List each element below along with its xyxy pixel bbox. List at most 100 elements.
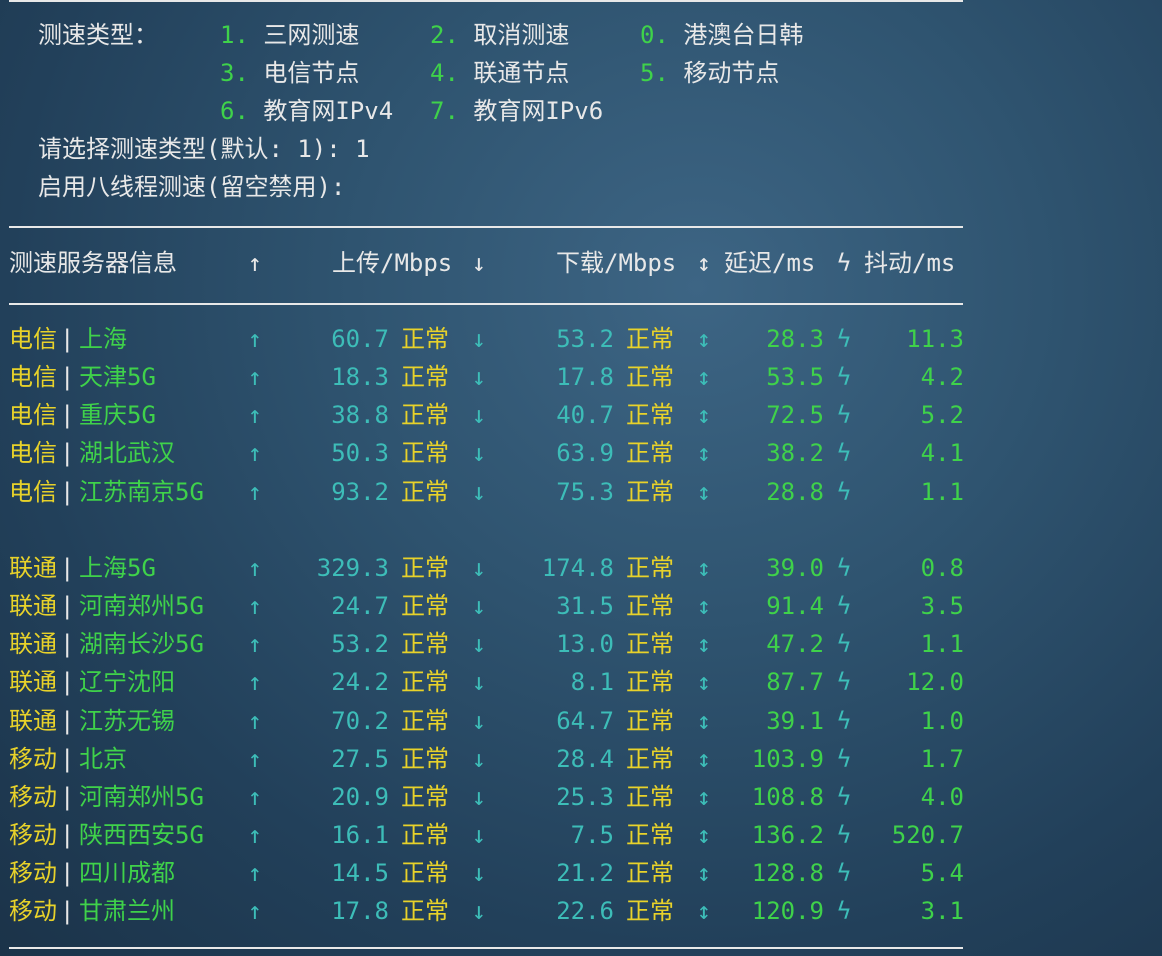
prompt-threads: 启用八线程测速(留空禁用): bbox=[38, 173, 346, 201]
download-arrow-icon: ↓ bbox=[471, 859, 487, 887]
upload-arrow-icon: ↑ bbox=[247, 554, 263, 582]
divider-top bbox=[9, 0, 963, 2]
column-separator: | bbox=[60, 439, 75, 467]
upload-status: 正常 bbox=[401, 630, 449, 658]
latency-arrow-icon: ↕ bbox=[696, 821, 712, 849]
isp-label: 联通 bbox=[9, 592, 57, 620]
isp-label: 联通 bbox=[9, 668, 57, 696]
column-separator: | bbox=[60, 401, 75, 429]
upload-arrow-icon: ↑ bbox=[247, 325, 263, 353]
node-name: 北京 bbox=[79, 745, 127, 773]
jitter-value: 3.5 bbox=[920, 592, 964, 620]
jitter-bolt-icon: ϟ bbox=[836, 554, 852, 582]
latency-arrow-icon: ↕ bbox=[696, 745, 712, 773]
column-separator: | bbox=[60, 783, 75, 811]
jitter-value: 1.7 bbox=[920, 745, 964, 773]
download-arrow-icon: ↓ bbox=[471, 592, 487, 620]
upload-arrow-icon: ↑ bbox=[247, 668, 263, 696]
jitter-bolt-icon: ϟ bbox=[836, 478, 852, 506]
download-value: 75.3 bbox=[556, 478, 614, 506]
menu-option-4: 4. 联通节点 bbox=[430, 59, 570, 87]
upload-value: 53.2 bbox=[331, 630, 389, 658]
latency-arrow-icon: ↕ bbox=[696, 707, 712, 735]
upload-value: 14.5 bbox=[331, 859, 389, 887]
column-separator: | bbox=[60, 592, 75, 620]
isp-label: 联通 bbox=[9, 707, 57, 735]
menu-option-5: 5. 移动节点 bbox=[640, 59, 780, 87]
jitter-bolt-icon: ϟ bbox=[836, 783, 852, 811]
jitter-value: 1.1 bbox=[920, 630, 964, 658]
latency-arrow-icon: ↕ bbox=[696, 592, 712, 620]
latency-value: 38.2 bbox=[766, 439, 824, 467]
latency-value: 136.2 bbox=[751, 821, 824, 849]
node-name: 河南郑州5G bbox=[79, 783, 204, 811]
latency-value: 39.1 bbox=[766, 707, 824, 735]
upload-value: 18.3 bbox=[331, 363, 389, 391]
upload-value: 60.7 bbox=[331, 325, 389, 353]
node-name: 上海 bbox=[79, 325, 127, 353]
upload-value: 16.1 bbox=[331, 821, 389, 849]
jitter-bolt-icon: ϟ bbox=[836, 745, 852, 773]
jitter-bolt-icon: ϟ bbox=[836, 401, 852, 429]
download-value: 7.5 bbox=[570, 821, 614, 849]
upload-value: 329.3 bbox=[316, 554, 389, 582]
menu-option-1: 1. 三网测速 bbox=[220, 21, 360, 49]
latency-value: 47.2 bbox=[766, 630, 824, 658]
upload-value: 20.9 bbox=[331, 783, 389, 811]
download-status: 正常 bbox=[626, 745, 674, 773]
node-name: 河南郑州5G bbox=[79, 592, 204, 620]
upload-value: 24.7 bbox=[331, 592, 389, 620]
latency-arrow-icon: ↕ bbox=[696, 859, 712, 887]
divider-header-bottom bbox=[9, 303, 963, 305]
latency-arrow-icon: ↕ bbox=[696, 668, 712, 696]
upload-arrow-icon: ↑ bbox=[247, 478, 263, 506]
download-status: 正常 bbox=[626, 592, 674, 620]
download-status: 正常 bbox=[626, 859, 674, 887]
upload-status: 正常 bbox=[401, 783, 449, 811]
upload-arrow-icon: ↑ bbox=[247, 897, 263, 925]
upload-arrow-icon: ↑ bbox=[247, 630, 263, 658]
latency-value: 103.9 bbox=[751, 745, 824, 773]
jitter-bolt-icon: ϟ bbox=[836, 249, 852, 277]
download-status: 正常 bbox=[626, 401, 674, 429]
upload-status: 正常 bbox=[401, 439, 449, 467]
download-arrow-icon: ↓ bbox=[471, 821, 487, 849]
isp-label: 联通 bbox=[9, 630, 57, 658]
isp-label: 移动 bbox=[9, 783, 57, 811]
isp-label: 电信 bbox=[9, 363, 57, 391]
jitter-bolt-icon: ϟ bbox=[836, 821, 852, 849]
download-arrow-icon: ↓ bbox=[471, 630, 487, 658]
jitter-value: 12.0 bbox=[906, 668, 964, 696]
menu-label: 测速类型： bbox=[38, 21, 158, 49]
latency-value: 39.0 bbox=[766, 554, 824, 582]
upload-status: 正常 bbox=[401, 554, 449, 582]
menu-option-0: 0. 港澳台日韩 bbox=[640, 21, 804, 49]
node-name: 辽宁沈阳 bbox=[79, 668, 175, 696]
upload-arrow-icon: ↑ bbox=[247, 401, 263, 429]
upload-arrow-icon: ↑ bbox=[247, 783, 263, 811]
latency-value: 91.4 bbox=[766, 592, 824, 620]
column-separator: | bbox=[60, 630, 75, 658]
header-latency: 延迟/ms bbox=[724, 249, 816, 277]
latency-arrow-icon: ↕ bbox=[696, 630, 712, 658]
jitter-bolt-icon: ϟ bbox=[836, 592, 852, 620]
latency-value: 120.9 bbox=[751, 897, 824, 925]
divider-header-top bbox=[9, 226, 963, 228]
node-name: 江苏无锡 bbox=[79, 707, 175, 735]
download-arrow-icon: ↓ bbox=[471, 439, 487, 467]
latency-arrow-icon: ↕ bbox=[696, 897, 712, 925]
download-status: 正常 bbox=[626, 707, 674, 735]
column-separator: | bbox=[60, 325, 75, 353]
menu-option-6: 6. 教育网IPv4 bbox=[220, 97, 394, 125]
upload-status: 正常 bbox=[401, 325, 449, 353]
upload-status: 正常 bbox=[401, 821, 449, 849]
jitter-bolt-icon: ϟ bbox=[836, 363, 852, 391]
download-value: 40.7 bbox=[556, 401, 614, 429]
download-status: 正常 bbox=[626, 668, 674, 696]
jitter-value: 3.1 bbox=[920, 897, 964, 925]
download-arrow-icon: ↓ bbox=[471, 745, 487, 773]
jitter-bolt-icon: ϟ bbox=[836, 897, 852, 925]
menu-option-7: 7. 教育网IPv6 bbox=[430, 97, 604, 125]
download-arrow-icon: ↓ bbox=[471, 554, 487, 582]
download-status: 正常 bbox=[626, 783, 674, 811]
